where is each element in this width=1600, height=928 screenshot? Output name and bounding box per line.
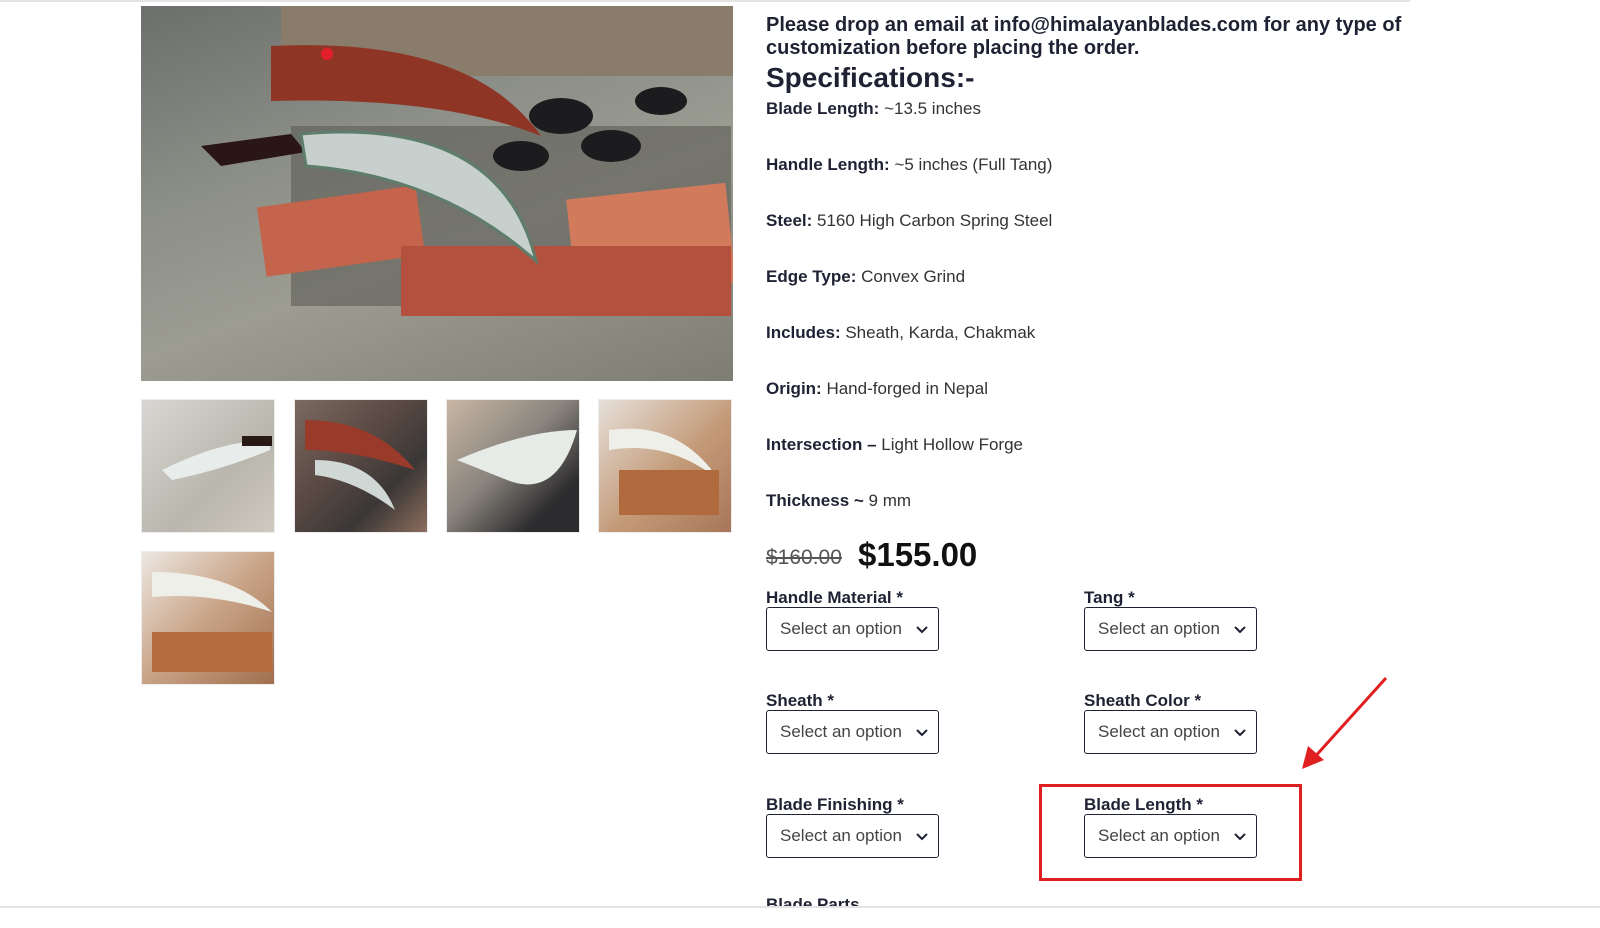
select-value: Select an option (780, 722, 902, 741)
annotation-highlight-box (1039, 784, 1302, 881)
thumbnail-3[interactable] (446, 399, 580, 533)
chevron-down-icon (1234, 626, 1246, 634)
spec-label: Origin: (766, 379, 822, 398)
spec-blade-length: Blade Length: ~13.5 inches (766, 99, 981, 119)
chevron-down-icon (916, 626, 928, 634)
spec-label: Includes: (766, 323, 841, 342)
spec-includes: Includes: Sheath, Karda, Chakmak (766, 323, 1035, 343)
handle-material-select[interactable]: Select an option (766, 607, 939, 651)
main-product-image[interactable] (141, 6, 733, 381)
thumbnail-5[interactable] (141, 551, 275, 685)
thumbnail-1[interactable] (141, 399, 275, 533)
handle-material-label: Handle Material * (766, 588, 903, 607)
sheath-color-select[interactable]: Select an option (1084, 710, 1257, 754)
chevron-down-icon (1234, 729, 1246, 737)
spec-value: Convex Grind (856, 267, 966, 286)
spec-value: 9 mm (863, 491, 912, 510)
spec-label: Intersection – (766, 435, 877, 454)
spec-label: Thickness ~ (766, 491, 864, 510)
tang-label: Tang * (1084, 588, 1135, 607)
spec-value: 5160 High Carbon Spring Steel (812, 211, 1053, 230)
spec-value: ~5 inches (Full Tang) (889, 155, 1053, 174)
spec-steel: Steel: 5160 High Carbon Spring Steel (766, 211, 1052, 231)
spec-thickness: Thickness ~ 9 mm (766, 491, 911, 511)
spec-value: ~13.5 inches (879, 99, 981, 118)
blade-parts-label: Blade Parts (766, 895, 860, 906)
top-divider (0, 0, 1410, 2)
spec-value: Sheath, Karda, Chakmak (840, 323, 1036, 342)
chevron-down-icon (916, 729, 928, 737)
select-value: Select an option (780, 619, 902, 638)
spec-label: Edge Type: (766, 267, 857, 286)
bottom-divider (0, 906, 1600, 908)
spec-value: Hand-forged in Nepal (821, 379, 989, 398)
thumbnail-2[interactable] (294, 399, 428, 533)
tang-select[interactable]: Select an option (1084, 607, 1257, 651)
customization-notice: Please drop an email at info@himalayanbl… (766, 14, 1402, 59)
sheath-label: Sheath * (766, 691, 835, 710)
sheath-select[interactable]: Select an option (766, 710, 939, 754)
select-value: Select an option (1098, 722, 1220, 741)
original-price: $160.00 (766, 546, 842, 569)
spec-origin: Origin: Hand-forged in Nepal (766, 379, 988, 399)
spec-value: Light Hollow Forge (876, 435, 1024, 454)
spec-label: Handle Length: (766, 155, 890, 174)
spec-label: Blade Length: (766, 99, 880, 118)
thumbnail-4[interactable] (598, 399, 732, 533)
annotation-arrow-icon (1302, 676, 1388, 769)
blade-finishing-select[interactable]: Select an option (766, 814, 939, 858)
chevron-down-icon (916, 833, 928, 841)
select-value: Select an option (1098, 619, 1220, 638)
spec-intersection: Intersection – Light Hollow Forge (766, 435, 1023, 455)
specifications-heading: Specifications:- (766, 62, 975, 93)
spec-label: Steel: (766, 211, 813, 230)
blade-finishing-label: Blade Finishing * (766, 795, 904, 814)
spec-edge-type: Edge Type: Convex Grind (766, 267, 965, 287)
sale-price: $155.00 (858, 536, 978, 573)
select-value: Select an option (780, 826, 902, 845)
spec-handle-length: Handle Length: ~5 inches (Full Tang) (766, 155, 1052, 175)
sheath-color-label: Sheath Color * (1084, 691, 1202, 710)
